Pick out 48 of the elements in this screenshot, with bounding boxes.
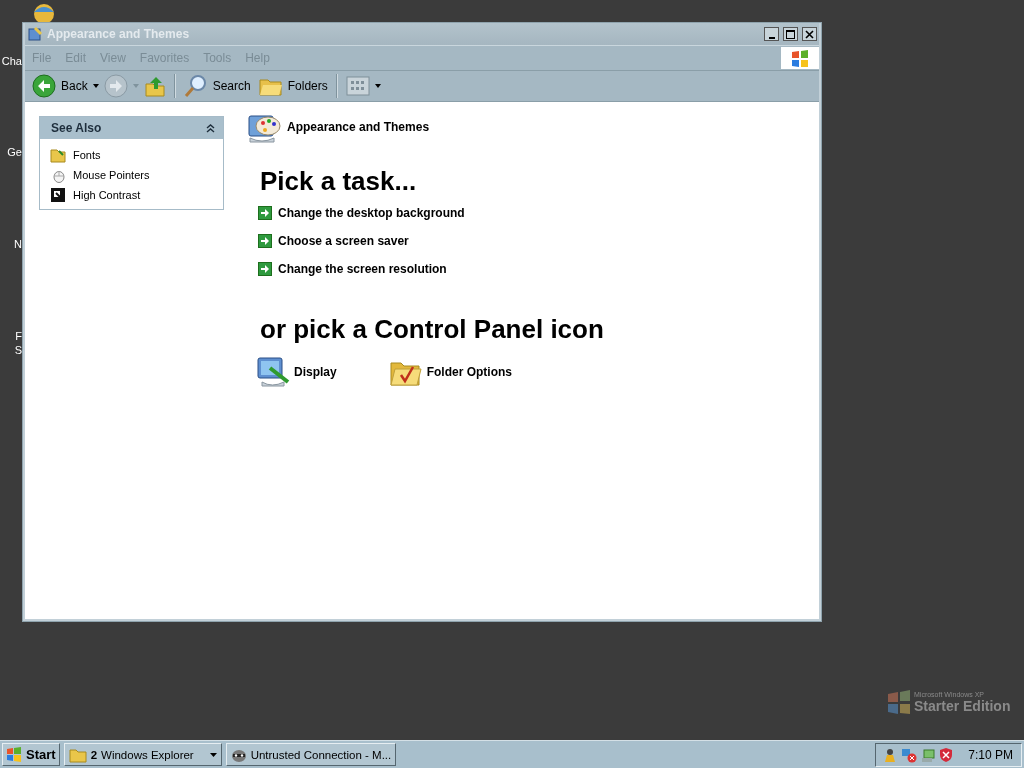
back-button[interactable]: Back: [29, 72, 91, 100]
desktop-icon-label[interactable]: Cha: [1, 55, 22, 67]
close-icon: [805, 29, 814, 39]
category-title: Appearance and Themes: [287, 120, 430, 134]
task-link[interactable]: Change the desktop background: [258, 206, 805, 220]
minimize-icon: [768, 36, 775, 39]
high-contrast-icon: [50, 187, 66, 203]
window-title: Appearance and Themes: [47, 27, 191, 41]
desktop-icon-label[interactable]: F: [15, 330, 22, 342]
arrow-icon: [258, 262, 272, 276]
taskbar-button[interactable]: 2 Windows Explorer: [63, 743, 222, 766]
network-computer-icon: [920, 746, 937, 763]
edition-text: Starter Edition: [914, 698, 1011, 714]
folder-icon: [68, 746, 87, 763]
desktop-icon-label[interactable]: S: [14, 344, 22, 356]
desktop-icon-label[interactable]: Ge: [7, 146, 22, 158]
arrow-icon: [258, 206, 272, 220]
collapse-chevron-icon[interactable]: [206, 123, 215, 133]
panel-title: See Also: [51, 121, 102, 135]
start-button[interactable]: Start: [2, 743, 60, 766]
arrow-icon: [258, 234, 272, 248]
windows-flag-icon: [6, 746, 22, 763]
search-button[interactable]: Search: [180, 72, 254, 100]
task-link[interactable]: Change the screen resolution: [258, 262, 805, 276]
see-also-link[interactable]: Mouse Pointers: [50, 167, 213, 183]
taskbar-button[interactable]: Untrusted Connection - M...: [225, 743, 397, 766]
monitor-icon: [256, 356, 290, 388]
control-panel-link[interactable]: Folder Options: [388, 356, 513, 388]
views-grid-icon: [345, 76, 370, 96]
desktop-icon-label[interactable]: N: [14, 238, 22, 250]
windows-flag-icon: [886, 690, 912, 714]
folders-button[interactable]: Folders: [255, 73, 331, 99]
folder-icon: [50, 147, 66, 163]
clock[interactable]: 7:10 PM: [968, 747, 1013, 762]
see-also-link[interactable]: Fonts: [50, 147, 213, 163]
windows-flag-icon: [790, 49, 810, 67]
control-panel-link[interactable]: Display: [256, 356, 337, 388]
task-link[interactable]: Choose a screen saver: [258, 234, 805, 248]
see-also-link[interactable]: High Contrast: [50, 187, 213, 203]
folder-up-icon: [143, 74, 166, 98]
search-icon: [183, 74, 208, 98]
maximize-icon: [786, 29, 795, 39]
network-warning-icon: [901, 746, 918, 763]
task-heading: Pick a task...: [260, 166, 418, 196]
dropdown-caret-icon: [209, 752, 217, 757]
icon-heading: or pick a Control Panel icon: [260, 314, 605, 344]
window-icon: [27, 26, 43, 42]
security-shield-icon: [939, 746, 954, 763]
